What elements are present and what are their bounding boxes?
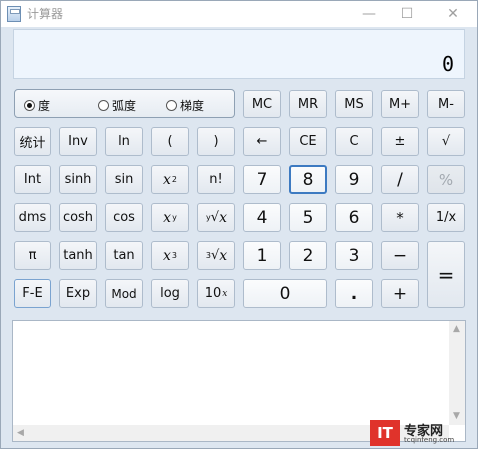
- left-paren-button[interactable]: (: [151, 127, 189, 156]
- backspace-button[interactable]: ←: [243, 127, 281, 156]
- cosh-button[interactable]: cosh: [59, 203, 97, 232]
- tanh-button[interactable]: tanh: [59, 241, 97, 270]
- radio-label: 度: [38, 99, 51, 113]
- exponent-label: x: [222, 288, 228, 299]
- x-squared-button[interactable]: x2: [151, 165, 189, 194]
- title-bar: 计算器 — ☐ ✕: [1, 1, 477, 27]
- mr-button[interactable]: MR: [289, 90, 327, 118]
- x-cubed-button[interactable]: x3: [151, 241, 189, 270]
- x-label: x: [163, 171, 171, 188]
- stats-button[interactable]: 统计: [14, 127, 51, 156]
- base-label: 10: [204, 286, 222, 301]
- ten-power-x-button[interactable]: 10 x: [197, 279, 235, 308]
- sqrt-button[interactable]: √: [427, 127, 465, 156]
- x-power-y-button[interactable]: xy: [151, 203, 189, 232]
- pi-button[interactable]: π: [14, 241, 51, 270]
- y-root-button[interactable]: y √ x: [197, 203, 235, 232]
- fe-button[interactable]: F-E: [14, 279, 51, 308]
- radio-selected-icon: [24, 100, 35, 111]
- scroll-left-icon[interactable]: ◀: [17, 428, 24, 438]
- right-paren-button[interactable]: ): [197, 127, 235, 156]
- radio-radians[interactable]: 弧度: [98, 97, 136, 114]
- x-label: x: [219, 209, 227, 226]
- radio-label: 梯度: [180, 99, 205, 113]
- clear-button[interactable]: C: [335, 127, 373, 156]
- factorial-button[interactable]: n!: [197, 165, 235, 194]
- int-button[interactable]: Int: [14, 165, 51, 194]
- radio-gradians[interactable]: 梯度: [166, 97, 204, 114]
- calculator-app-icon: [7, 6, 21, 22]
- inv-button[interactable]: Inv: [59, 127, 97, 156]
- cos-button[interactable]: cos: [105, 203, 143, 232]
- divide-button[interactable]: /: [381, 165, 419, 194]
- plus-button[interactable]: +: [381, 279, 419, 308]
- m-plus-button[interactable]: M+: [381, 90, 419, 118]
- close-icon[interactable]: ✕: [439, 4, 467, 24]
- exponent-label: 3: [171, 251, 177, 260]
- sin-button[interactable]: sin: [105, 165, 143, 194]
- digit-5-button[interactable]: 5: [289, 203, 327, 232]
- exponent-label: y: [172, 213, 177, 222]
- vertical-scrollbar[interactable]: ▲ ▼: [449, 321, 465, 425]
- digit-0-button[interactable]: 0: [243, 279, 327, 308]
- digit-1-button[interactable]: 1: [243, 241, 281, 270]
- log-button[interactable]: log: [151, 279, 189, 308]
- angle-unit-group: 度 弧度 梯度: [14, 89, 235, 118]
- x-label: x: [219, 247, 228, 264]
- root-symbol: √: [210, 210, 220, 225]
- dms-button[interactable]: dms: [14, 203, 51, 232]
- reciprocal-button[interactable]: 1/x: [427, 203, 465, 232]
- scroll-up-icon[interactable]: ▲: [453, 324, 460, 334]
- exp-button[interactable]: Exp: [59, 279, 97, 308]
- ce-button[interactable]: CE: [289, 127, 327, 156]
- digit-3-button[interactable]: 3: [335, 241, 373, 270]
- digit-6-button[interactable]: 6: [335, 203, 373, 232]
- display-value: 0: [441, 52, 454, 76]
- multiply-button[interactable]: *: [381, 203, 419, 232]
- m-minus-button[interactable]: M-: [427, 90, 465, 118]
- digit-4-button[interactable]: 4: [243, 203, 281, 232]
- radio-degrees[interactable]: 度: [24, 97, 50, 114]
- tan-button[interactable]: tan: [105, 241, 143, 270]
- exponent-label: 2: [171, 175, 177, 184]
- result-display: 0: [13, 29, 465, 79]
- maximize-icon[interactable]: ☐: [393, 4, 421, 24]
- digit-9-button[interactable]: 9: [335, 165, 373, 194]
- radio-unselected-icon: [98, 100, 109, 111]
- mod-button[interactable]: Mod: [105, 279, 143, 308]
- x-label: x: [163, 247, 171, 264]
- digit-2-button[interactable]: 2: [289, 241, 327, 270]
- equals-button[interactable]: =: [427, 241, 465, 308]
- percent-button: %: [427, 165, 465, 194]
- mc-button[interactable]: MC: [243, 90, 281, 118]
- radio-unselected-icon: [166, 100, 177, 111]
- ln-button[interactable]: ln: [105, 127, 143, 156]
- ms-button[interactable]: MS: [335, 90, 373, 118]
- minus-button[interactable]: −: [381, 241, 419, 270]
- watermark: IT 专家网 tcqinfeng.com: [370, 420, 474, 446]
- watermark-logo: IT: [370, 420, 400, 446]
- minimize-icon[interactable]: —: [355, 4, 383, 24]
- radio-label: 弧度: [112, 99, 137, 113]
- root-symbol: √: [210, 248, 220, 263]
- sinh-button[interactable]: sinh: [59, 165, 97, 194]
- digit-8-button[interactable]: 8: [289, 165, 327, 194]
- calculator-window: 计算器 — ☐ ✕ 0 度 弧度 梯度 MC MR MS M+ M- 统计 In…: [0, 0, 478, 449]
- decimal-button[interactable]: .: [335, 279, 373, 308]
- watermark-url: tcqinfeng.com: [404, 436, 455, 444]
- plus-minus-button[interactable]: ±: [381, 127, 419, 156]
- cube-root-button[interactable]: 3 √ x: [197, 241, 235, 270]
- window-title: 计算器: [27, 7, 64, 21]
- x-label: x: [163, 209, 172, 226]
- digit-7-button[interactable]: 7: [243, 165, 281, 194]
